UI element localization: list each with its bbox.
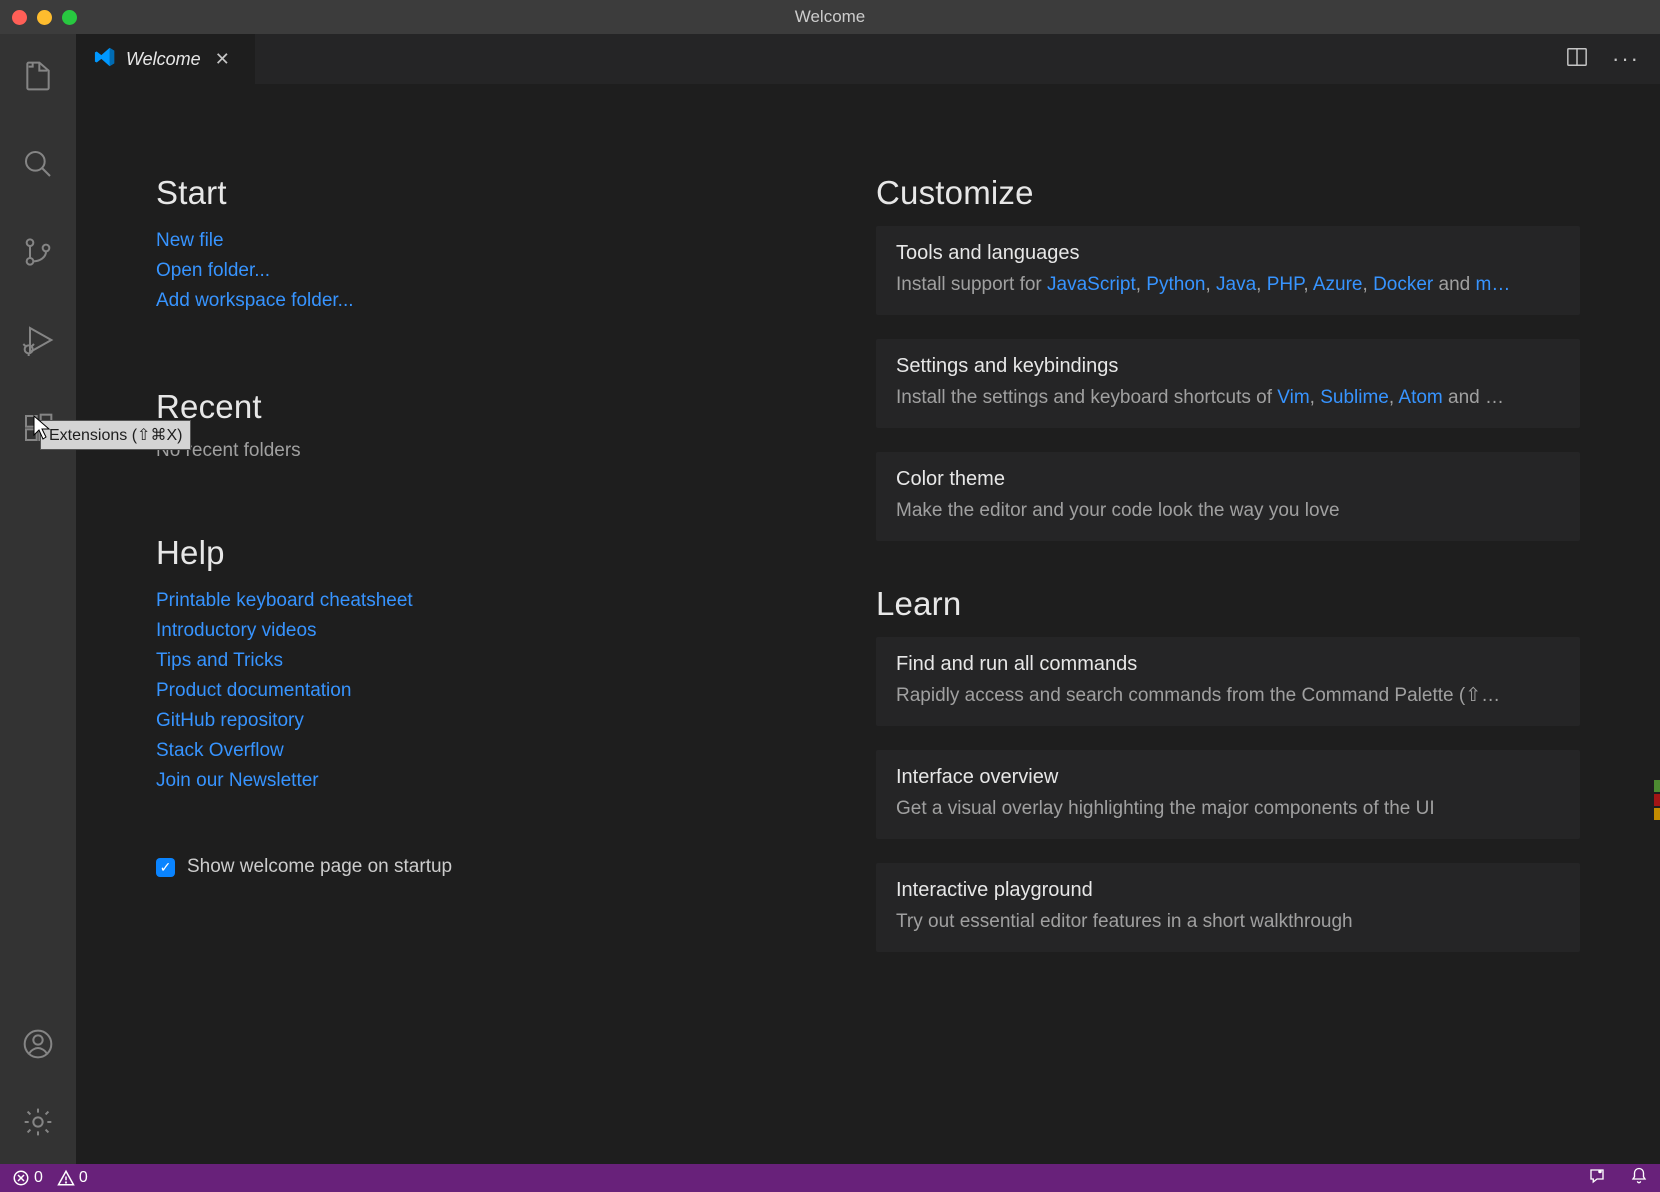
help-section: Help Printable keyboard cheatsheet Intro… xyxy=(156,534,796,796)
tab-welcome[interactable]: Welcome ✕ xyxy=(76,34,256,84)
add-workspace-link[interactable]: Add workspace folder... xyxy=(156,286,796,316)
settings-gear-icon[interactable] xyxy=(8,1092,68,1152)
help-videos-link[interactable]: Introductory videos xyxy=(156,616,796,646)
lang-more-link[interactable]: m… xyxy=(1476,274,1511,295)
startup-checkbox-row[interactable]: ✓ Show welcome page on startup xyxy=(156,856,796,878)
bell-icon[interactable] xyxy=(1630,1167,1648,1190)
search-icon[interactable] xyxy=(8,134,68,194)
window-maximize-button[interactable] xyxy=(62,10,77,25)
card-tools-languages[interactable]: Tools and languages Install support for … xyxy=(876,226,1580,315)
window-title: Welcome xyxy=(0,7,1660,27)
card-title: Color theme xyxy=(896,468,1560,491)
feedback-icon[interactable] xyxy=(1588,1167,1606,1190)
card-title: Find and run all commands xyxy=(896,653,1560,676)
recent-section: Recent No recent folders xyxy=(156,388,796,462)
learn-heading: Learn xyxy=(876,585,1580,623)
status-bar: 0 0 xyxy=(0,1164,1660,1192)
startup-checkbox[interactable]: ✓ xyxy=(156,858,175,877)
help-github-link[interactable]: GitHub repository xyxy=(156,706,796,736)
tab-bar: Welcome ✕ ··· xyxy=(76,34,1660,84)
activity-bar xyxy=(0,34,76,1164)
overview-ruler xyxy=(1654,780,1660,870)
window-close-button[interactable] xyxy=(12,10,27,25)
welcome-page: Start New file Open folder... Add worksp… xyxy=(76,84,1660,1164)
card-desc: Rapidly access and search commands from … xyxy=(896,682,1560,710)
start-heading: Start xyxy=(156,174,796,212)
lang-js-link[interactable]: JavaScript xyxy=(1047,274,1136,295)
error-icon xyxy=(12,1169,30,1187)
help-cheatsheet-link[interactable]: Printable keyboard cheatsheet xyxy=(156,586,796,616)
card-desc: Try out essential editor features in a s… xyxy=(896,908,1560,936)
status-errors[interactable]: 0 xyxy=(12,1169,43,1187)
open-folder-link[interactable]: Open folder... xyxy=(156,256,796,286)
card-title: Tools and languages xyxy=(896,242,1560,265)
card-desc: Install support for JavaScript, Python, … xyxy=(896,271,1560,299)
window-minimize-button[interactable] xyxy=(37,10,52,25)
card-color-theme[interactable]: Color theme Make the editor and your cod… xyxy=(876,452,1580,541)
lang-azure-link[interactable]: Azure xyxy=(1313,274,1363,295)
card-title: Interface overview xyxy=(896,766,1560,789)
tab-label: Welcome xyxy=(126,49,201,70)
card-title: Interactive playground xyxy=(896,879,1560,902)
lang-docker-link[interactable]: Docker xyxy=(1373,274,1433,295)
run-debug-icon[interactable] xyxy=(8,310,68,370)
start-section: Start New file Open folder... Add worksp… xyxy=(156,174,796,316)
card-interface-overview[interactable]: Interface overview Get a visual overlay … xyxy=(876,750,1580,839)
tooltip-extensions: Extensions (⇧⌘X) xyxy=(40,420,191,450)
lang-php-link[interactable]: PHP xyxy=(1267,274,1304,295)
card-desc: Install the settings and keyboard shortc… xyxy=(896,384,1560,412)
card-desc: Make the editor and your code look the w… xyxy=(896,497,1560,525)
card-title: Settings and keybindings xyxy=(896,355,1560,378)
card-interactive-playground[interactable]: Interactive playground Try out essential… xyxy=(876,863,1580,952)
help-newsletter-link[interactable]: Join our Newsletter xyxy=(156,766,796,796)
recent-empty: No recent folders xyxy=(156,440,796,462)
split-editor-icon[interactable] xyxy=(1566,46,1588,73)
keymap-vim-link[interactable]: Vim xyxy=(1277,387,1309,408)
card-desc: Get a visual overlay highlighting the ma… xyxy=(896,795,1560,823)
new-file-link[interactable]: New file xyxy=(156,226,796,256)
help-tips-link[interactable]: Tips and Tricks xyxy=(156,646,796,676)
window-controls xyxy=(12,10,77,25)
startup-checkbox-label: Show welcome page on startup xyxy=(187,856,452,878)
editor-area: Welcome ✕ ··· Start New file Open folder… xyxy=(76,34,1660,1164)
lang-python-link[interactable]: Python xyxy=(1146,274,1205,295)
accounts-icon[interactable] xyxy=(8,1014,68,1074)
card-settings-keybindings[interactable]: Settings and keybindings Install the set… xyxy=(876,339,1580,428)
help-stack-link[interactable]: Stack Overflow xyxy=(156,736,796,766)
explorer-icon[interactable] xyxy=(8,46,68,106)
vscode-icon xyxy=(94,46,116,73)
more-actions-icon[interactable]: ··· xyxy=(1612,46,1640,72)
keymap-sublime-link[interactable]: Sublime xyxy=(1320,387,1389,408)
card-find-commands[interactable]: Find and run all commands Rapidly access… xyxy=(876,637,1580,726)
warning-icon xyxy=(57,1169,75,1187)
status-warnings[interactable]: 0 xyxy=(57,1169,88,1187)
recent-heading: Recent xyxy=(156,388,796,426)
keymap-atom-link[interactable]: Atom xyxy=(1398,387,1442,408)
tab-close-icon[interactable]: ✕ xyxy=(215,49,230,70)
source-control-icon[interactable] xyxy=(8,222,68,282)
help-docs-link[interactable]: Product documentation xyxy=(156,676,796,706)
titlebar: Welcome xyxy=(0,0,1660,34)
lang-java-link[interactable]: Java xyxy=(1216,274,1256,295)
help-heading: Help xyxy=(156,534,796,572)
customize-heading: Customize xyxy=(876,174,1580,212)
